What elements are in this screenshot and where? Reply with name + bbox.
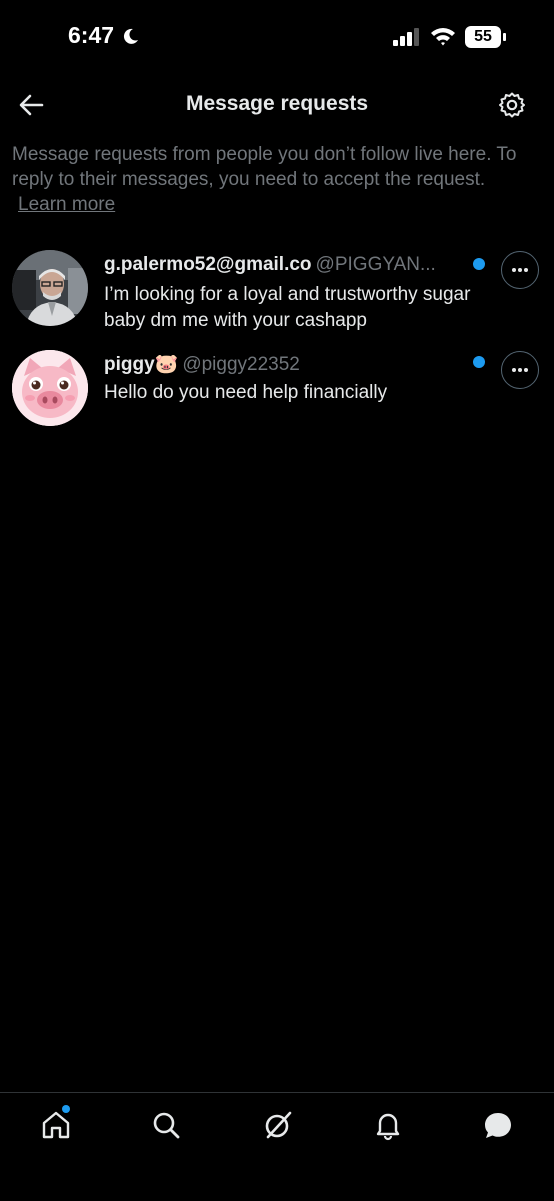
info-description: Message requests from people you don’t f… <box>12 144 517 190</box>
more-icon <box>512 268 528 272</box>
sender-name: piggy🐷 <box>104 354 179 375</box>
signal-icon <box>393 28 419 46</box>
message-preview: I’m looking for a loyal and trustworthy … <box>104 284 471 331</box>
sender-handle: @piggy22352 <box>182 354 300 375</box>
more-options-button[interactable] <box>501 351 539 389</box>
sender-line: g.palermo52@gmail.co @PIGGYAN... <box>104 254 464 276</box>
moon-icon <box>123 28 138 44</box>
unread-dot <box>473 258 485 270</box>
more-options-button[interactable] <box>501 251 539 289</box>
search-icon[interactable] <box>150 1109 182 1141</box>
header: Message requests <box>0 84 554 128</box>
sender-name: g.palermo52@gmail.co <box>104 254 312 275</box>
messages-icon[interactable] <box>482 1109 514 1141</box>
avatar[interactable] <box>12 350 88 426</box>
sender-line: piggy🐷 @piggy22352 <box>104 352 464 376</box>
page-title: Message requests <box>185 92 369 115</box>
message-request-row[interactable]: piggy🐷 @piggy22352 Hello do you need help… <box>0 346 554 446</box>
message-preview: Hello do you need help financially <box>104 382 388 403</box>
home-notification-dot <box>62 1105 70 1113</box>
status-bar: 6:47 55 <box>0 0 554 72</box>
sender-handle: @PIGGYAN... <box>315 254 436 275</box>
unread-dot <box>473 356 485 368</box>
gear-icon[interactable] <box>498 91 526 119</box>
message-request-row[interactable]: g.palermo52@gmail.co @PIGGYAN... I’m look… <box>0 248 554 348</box>
status-time: 6:47 <box>68 22 115 48</box>
avatar[interactable] <box>12 250 88 326</box>
battery-level: 55 <box>474 28 492 45</box>
learn-more-link[interactable]: Learn more <box>18 194 115 215</box>
home-icon[interactable] <box>40 1109 72 1141</box>
more-icon <box>512 368 528 372</box>
wifi-icon <box>431 28 455 46</box>
notifications-icon[interactable] <box>372 1109 404 1141</box>
info-text: Message requests from people you don’t f… <box>12 142 542 217</box>
grok-icon[interactable] <box>262 1109 294 1141</box>
bottom-nav <box>0 1092 554 1201</box>
